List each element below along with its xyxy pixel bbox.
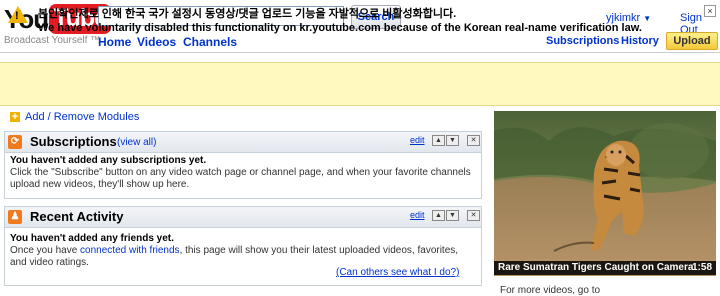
friends-icon: ♟ bbox=[8, 210, 22, 224]
tagline: Broadcast Yourself ™ bbox=[4, 35, 101, 46]
subscriptions-icon: ⟳ bbox=[8, 135, 22, 149]
edit-link[interactable]: edit bbox=[410, 135, 425, 145]
move-down-icon[interactable]: ▼ bbox=[446, 210, 459, 221]
more-videos-text: For more videos, go to bbox=[500, 285, 601, 296]
module-header: ⟳ Subscriptions (view all) edit ▲ ▼ ✕ bbox=[5, 132, 481, 153]
nav-channels[interactable]: Channels bbox=[183, 35, 237, 49]
subscriptions-module: ⟳ Subscriptions (view all) edit ▲ ▼ ✕ Yo… bbox=[4, 131, 482, 199]
empty-message: You haven't added any friends yet. bbox=[10, 233, 174, 244]
notice-line-english: We have voluntarily disabled this functi… bbox=[38, 22, 642, 34]
notice-text: 본인확인제로 인해 한국 국가 설정시 동영상/댓글 업로드 기능을 자발적으로… bbox=[38, 7, 642, 35]
module-body: You haven't added any subscriptions yet.… bbox=[10, 155, 472, 191]
recent-activity-module: ♟ Recent Activity edit ▲ ▼ ✕ You haven't… bbox=[4, 206, 482, 286]
move-up-icon[interactable]: ▲ bbox=[432, 210, 445, 221]
privacy-link[interactable]: (Can others see what I do?) bbox=[336, 267, 459, 278]
close-module-icon[interactable]: ✕ bbox=[467, 210, 480, 221]
help-text-pre: Once you have bbox=[10, 245, 81, 256]
featured-video-thumbnail[interactable] bbox=[494, 111, 716, 276]
edit-link[interactable]: edit bbox=[410, 210, 425, 220]
plus-icon: + bbox=[10, 111, 20, 123]
nav-history[interactable]: History bbox=[621, 35, 659, 47]
view-all-link[interactable]: (view all) bbox=[117, 137, 156, 148]
add-remove-modules-link[interactable]: Add / Remove Modules bbox=[25, 111, 139, 123]
module-body: You haven't added any friends yet. Once … bbox=[10, 233, 472, 269]
module-header: ♟ Recent Activity edit ▲ ▼ ✕ bbox=[5, 207, 481, 228]
module-title: Subscriptions bbox=[30, 134, 117, 149]
module-title: Recent Activity bbox=[30, 209, 124, 224]
nav-videos[interactable]: Videos bbox=[137, 35, 176, 49]
header-divider bbox=[0, 52, 720, 53]
close-module-icon[interactable]: ✕ bbox=[467, 135, 480, 146]
video-title[interactable]: Rare Sumatran Tigers Caught on Camera bbox=[498, 262, 693, 273]
close-icon[interactable]: × bbox=[704, 5, 716, 17]
help-text: Click the "Subscribe" button on any vide… bbox=[10, 167, 471, 190]
connected-with-friends-link[interactable]: connected with friends bbox=[80, 245, 180, 256]
empty-message: You haven't added any subscriptions yet. bbox=[10, 155, 207, 166]
tiger-video-image bbox=[494, 111, 716, 276]
move-up-icon[interactable]: ▲ bbox=[432, 135, 445, 146]
upload-button[interactable]: Upload bbox=[666, 32, 718, 50]
video-duration: 1:58 bbox=[692, 262, 713, 273]
notice-banner bbox=[0, 62, 720, 106]
notice-line-korean: 본인확인제로 인해 한국 국가 설정시 동영상/댓글 업로드 기능을 자발적으로… bbox=[38, 8, 457, 20]
warning-exclamation: ! bbox=[15, 10, 19, 22]
chevron-down-icon: ▼ bbox=[643, 14, 652, 23]
move-down-icon[interactable]: ▼ bbox=[446, 135, 459, 146]
nav-subscriptions[interactable]: Subscriptions bbox=[546, 35, 619, 47]
nav-home[interactable]: Home bbox=[98, 35, 131, 49]
